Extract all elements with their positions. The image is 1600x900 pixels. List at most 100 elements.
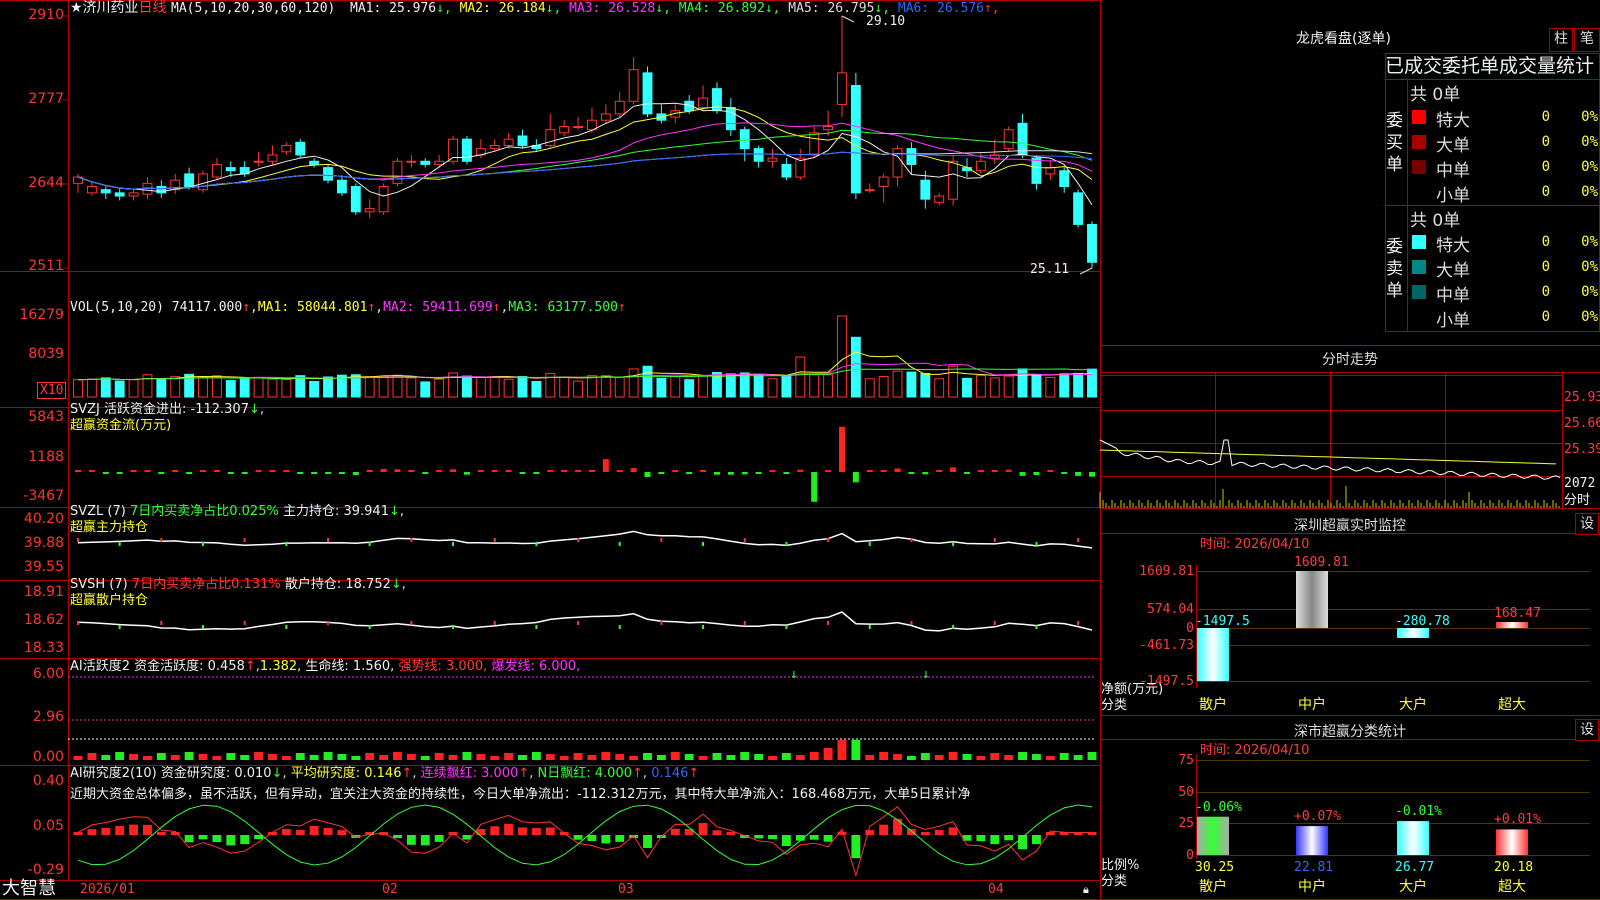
lock-icon[interactable]: 🔒︎ xyxy=(1083,882,1089,897)
ma-legend-arrow: ↓, xyxy=(655,1,671,16)
classify-tick: 75 xyxy=(1178,753,1194,768)
volume-bar xyxy=(461,375,472,398)
svzj-sub: 超赢资金流(万元) xyxy=(70,418,172,433)
active-bar xyxy=(906,756,916,760)
active-bar xyxy=(309,755,319,760)
buy-total: 共 0单 xyxy=(1410,85,1461,105)
fund-flow-bar xyxy=(825,470,832,472)
volume-bar xyxy=(295,375,306,398)
sell-row-count: 0 xyxy=(1541,234,1550,250)
svzl-hold: 主力持仓: 39.941 xyxy=(282,504,389,519)
fund-flow-bar xyxy=(727,472,734,475)
fund-flow-bar xyxy=(436,470,443,472)
candle-body xyxy=(267,154,278,162)
candle-body xyxy=(198,173,208,191)
research-bar xyxy=(879,824,889,835)
fund-flow-bar xyxy=(533,472,540,474)
ma-legend-item: MA5: 26.795 xyxy=(780,1,875,16)
buy-row-count: 0 xyxy=(1541,134,1550,150)
active-bar xyxy=(156,753,166,760)
volume-bar xyxy=(878,376,889,398)
classify-change: -0.06% xyxy=(1195,799,1242,815)
ai-active-header: AI活跃度2 xyxy=(70,659,130,674)
monitor-tick: 0 xyxy=(1186,621,1194,636)
monitor-category: 中户 xyxy=(1298,697,1326,713)
research-bar xyxy=(670,828,680,835)
classify-tick: 25 xyxy=(1178,816,1194,831)
vol-ma3-arrow: ↑ xyxy=(617,300,626,315)
fund-flow-bar xyxy=(991,470,998,472)
ai-active-bars: ↓ ↓ xyxy=(68,667,1097,760)
candle-body xyxy=(614,100,625,115)
vol-tick: 8039 xyxy=(28,346,64,362)
candle-body xyxy=(1003,129,1014,150)
active-bar xyxy=(129,754,139,760)
fund-flow-bar xyxy=(75,470,81,472)
volume-bar xyxy=(587,375,597,398)
research-bar xyxy=(601,835,611,844)
svzl-header: SVZL (7) xyxy=(70,504,126,519)
ai-research-tick: 0.40 xyxy=(32,773,64,789)
volume-bar xyxy=(267,378,278,398)
fund-flow-bar xyxy=(866,470,873,472)
active-bar xyxy=(490,756,500,760)
research-bar xyxy=(476,828,486,835)
vol-ma2: MA2: 59411.699 xyxy=(383,300,493,315)
active-bar xyxy=(281,756,291,760)
volume-bars xyxy=(73,315,1097,398)
volume-bar xyxy=(864,378,875,398)
svzl-tick: 40.20 xyxy=(23,511,64,527)
fund-flow-bar xyxy=(491,470,498,472)
svsh-sub: 超赢散户持仓 xyxy=(70,593,149,608)
active-bar xyxy=(212,756,222,760)
classify-settings-button[interactable]: 设 xyxy=(1575,719,1599,741)
buy-swatch-icon xyxy=(1412,160,1426,174)
active-bar xyxy=(462,752,472,760)
buy-row-label: 大单 xyxy=(1436,136,1470,156)
active-bar xyxy=(879,752,889,760)
classify-bar xyxy=(1197,816,1229,855)
svsh-header: SVSH (7) xyxy=(70,577,128,592)
research-bar xyxy=(809,835,819,840)
research-bar xyxy=(518,827,527,835)
vol-ma1: MA1: 58044.801 xyxy=(257,300,368,315)
active-bar xyxy=(184,752,194,760)
fund-flow-bar xyxy=(325,472,332,474)
monitor-time: 时间: 2026/04/10 xyxy=(1200,537,1310,552)
svsh-tick: 18.91 xyxy=(23,584,64,600)
period-label[interactable]: 日线 xyxy=(139,0,167,16)
research-bar xyxy=(184,835,194,843)
svsh-arrow: ↓ xyxy=(390,577,402,592)
volume-bar xyxy=(378,375,389,398)
bar-mode-button[interactable]: 柱 xyxy=(1549,28,1573,52)
ma-legend-arrow: ↑, xyxy=(983,1,1000,16)
active-bar xyxy=(226,753,236,760)
retail-holding xyxy=(77,611,1093,632)
fund-flow-bar xyxy=(213,470,220,472)
candle-body xyxy=(114,192,125,197)
monitor-settings-button[interactable]: 设 xyxy=(1575,513,1599,535)
classify-bar xyxy=(1397,821,1429,855)
ai-research-p2: 平均研究度: 0.146 xyxy=(290,766,402,781)
volume-bar xyxy=(614,376,625,398)
fund-flow-bar xyxy=(130,470,137,472)
candle-body xyxy=(823,126,834,131)
sell-row-count: 0 xyxy=(1541,259,1550,275)
ai-research-p4-arrow: ↑ xyxy=(632,766,643,781)
svzj-tick: 1188 xyxy=(28,449,64,465)
chart-canvas[interactable]: ↓ ↓ xyxy=(0,0,1600,900)
classify-value: 22.81 xyxy=(1294,860,1334,875)
volume-bar xyxy=(156,378,167,398)
pen-mode-button[interactable]: 笔 xyxy=(1574,28,1600,52)
fund-flow-bar xyxy=(102,472,109,474)
fund-flow-bar xyxy=(630,468,637,472)
stock-name: 济川药业 xyxy=(82,0,139,16)
favorite-star-icon[interactable]: ★ xyxy=(70,0,83,16)
research-bar xyxy=(712,830,722,835)
research-bar xyxy=(934,829,944,835)
active-bar xyxy=(254,752,264,760)
candle-body xyxy=(1045,167,1056,175)
ai-research-p5: 0.146 xyxy=(651,766,689,781)
volume-bar xyxy=(517,376,528,398)
active-bar xyxy=(893,754,902,760)
